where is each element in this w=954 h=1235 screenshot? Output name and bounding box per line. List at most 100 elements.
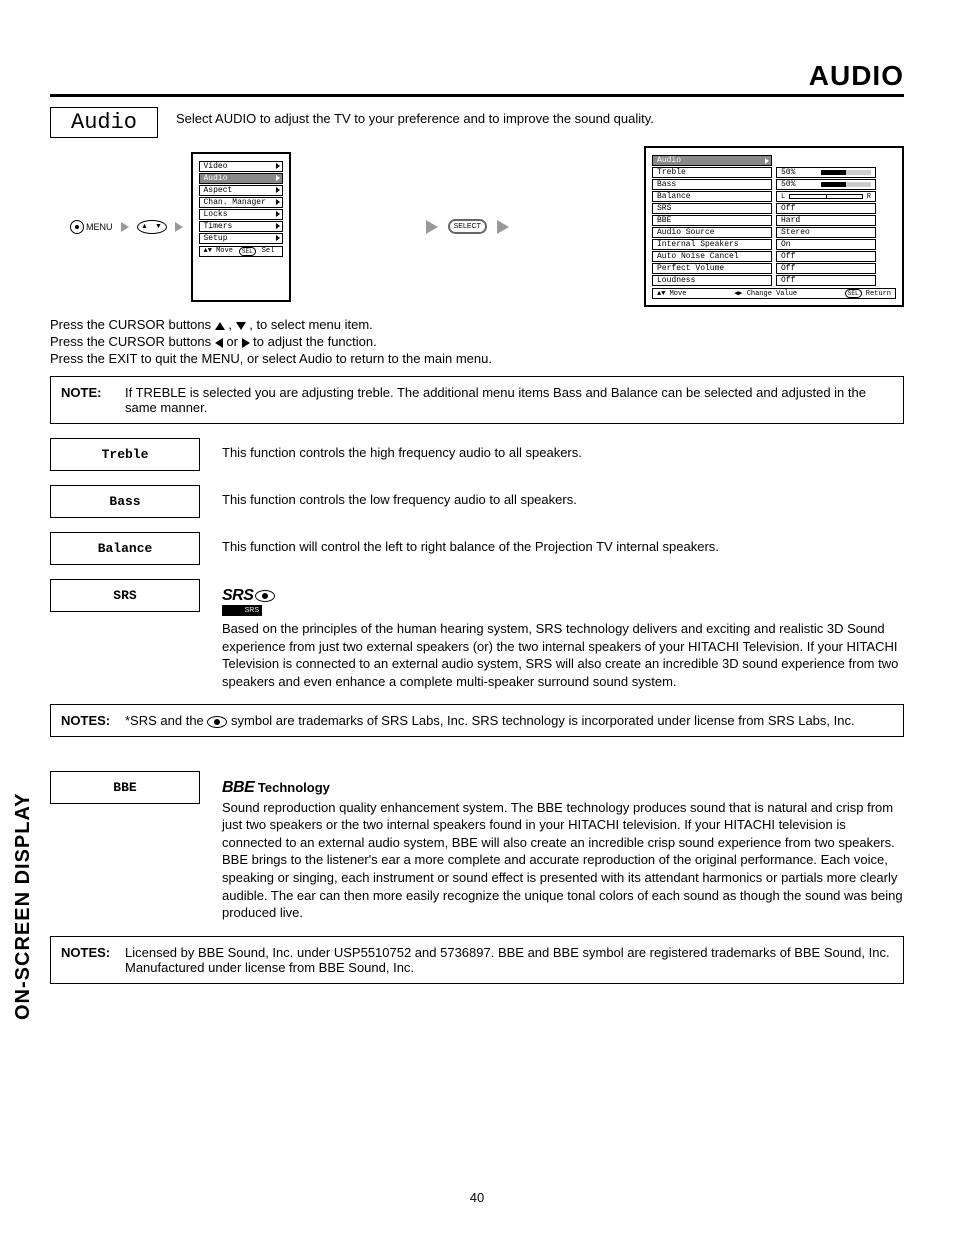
osd-setting-row[interactable]: Perfect Volume Off bbox=[652, 263, 896, 274]
chevron-right-icon bbox=[276, 175, 280, 181]
note-label: NOTE: bbox=[61, 385, 125, 415]
instr-text: , bbox=[228, 317, 235, 332]
osd-setting-value: Off bbox=[776, 203, 876, 214]
osd-setting-value: Stereo bbox=[776, 227, 876, 238]
rocker-up-icon: ▲ bbox=[141, 223, 148, 230]
instr-text: or bbox=[226, 334, 241, 349]
func-desc-bbe: BBE Technology Sound reproduction qualit… bbox=[222, 771, 904, 921]
rocker-button: ▲ ▼ bbox=[137, 220, 167, 234]
osd-setting-value: Hard bbox=[776, 215, 876, 226]
chevron-right-icon bbox=[276, 235, 280, 241]
left-arrow-icon bbox=[215, 338, 223, 348]
osd-footer: ▲▼ MoveSELSel bbox=[199, 246, 283, 257]
osd-footer: ▲▼ Move◀▶ Change ValueSEL Return bbox=[652, 288, 896, 299]
osd-main-menu: VideoAudioAspectChan. ManagerLocksTimers… bbox=[191, 152, 291, 302]
notes-label: NOTES: bbox=[61, 945, 125, 975]
osd-setting-row[interactable]: Balance LR bbox=[652, 191, 896, 202]
arrow-icon bbox=[121, 222, 129, 232]
osd-setting-row[interactable]: Treble 50% bbox=[652, 167, 896, 178]
osd-setting-value: 50% bbox=[776, 167, 876, 178]
instr-text: , to select menu item. bbox=[249, 317, 373, 332]
osd-setting-row[interactable]: Audio Source Stereo bbox=[652, 227, 896, 238]
notes-label: NOTES: bbox=[61, 713, 125, 728]
osd-setting-label: Loudness bbox=[652, 275, 772, 286]
osd-setting-label: SRS bbox=[652, 203, 772, 214]
bbe-technology-label: Technology bbox=[258, 780, 330, 795]
right-arrow-icon bbox=[242, 338, 250, 348]
osd-setting-value: Off bbox=[776, 263, 876, 274]
osd-menu-item[interactable]: Chan. Manager bbox=[199, 197, 283, 208]
bbe-desc-text: Sound reproduction quality enhancement s… bbox=[222, 799, 904, 922]
func-desc-treble: This function controls the high frequenc… bbox=[222, 438, 904, 462]
up-arrow-icon bbox=[215, 322, 225, 330]
menu-button-label: MENU bbox=[70, 220, 113, 234]
osd-setting-value: 50% bbox=[776, 179, 876, 190]
note-box: NOTE: If TREBLE is selected you are adju… bbox=[50, 376, 904, 424]
osd-setting-row[interactable]: Internal SpeakersOn bbox=[652, 239, 896, 250]
arrow-icon bbox=[426, 220, 438, 234]
srs-eye-icon bbox=[207, 716, 227, 728]
menu-text: MENU bbox=[86, 222, 113, 232]
notes-content: *SRS and the symbol are trademarks of SR… bbox=[125, 713, 893, 728]
instr-text: Press the CURSOR buttons bbox=[50, 317, 215, 332]
notes-content: Licensed by BBE Sound, Inc. under USP551… bbox=[125, 945, 893, 975]
rocker-down-icon: ▼ bbox=[155, 223, 162, 230]
func-label-bbe: BBE bbox=[50, 771, 200, 804]
instructions: Press the CURSOR buttons , , to select m… bbox=[50, 317, 904, 366]
chevron-right-icon bbox=[276, 187, 280, 193]
func-label-treble: Treble bbox=[50, 438, 200, 471]
osd-setting-label: Treble bbox=[652, 167, 772, 178]
srs-logo-text: SRS bbox=[222, 585, 253, 607]
osd-setting-label: Audio Source bbox=[652, 227, 772, 238]
func-desc-srs: SRS SRS Based on the principles of the h… bbox=[222, 579, 904, 690]
osd-setting-label: Internal Speakers bbox=[652, 239, 772, 250]
menu-icon bbox=[70, 220, 84, 234]
osd-setting-row[interactable]: Bass 50% bbox=[652, 179, 896, 190]
osd-audio-menu: AudioTreble 50% Bass 50% Balance LR SRS Off BBE H… bbox=[644, 146, 904, 307]
instr-text: Press the CURSOR buttons bbox=[50, 334, 215, 349]
intro-text: Select AUDIO to adjust the TV to your pr… bbox=[176, 107, 654, 126]
osd-setting-label: Perfect Volume bbox=[652, 263, 772, 274]
page-number: 40 bbox=[0, 1190, 954, 1205]
osd-menu-item[interactable]: Setup bbox=[199, 233, 283, 244]
bbe-logo: BBE bbox=[222, 777, 254, 799]
note-content: If TREBLE is selected you are adjusting … bbox=[125, 385, 893, 415]
osd-setting-label: BBE bbox=[652, 215, 772, 226]
notes-bbe-box: NOTES: Licensed by BBE Sound, Inc. under… bbox=[50, 936, 904, 984]
srs-eye-icon bbox=[255, 590, 275, 602]
osd-menu-item[interactable]: Audio bbox=[199, 173, 283, 184]
srs-logo: SRS bbox=[222, 585, 904, 607]
osd-setting-label: Auto Noise Cancel bbox=[652, 251, 772, 262]
osd-title: Audio bbox=[652, 155, 772, 166]
func-label-srs: SRS bbox=[50, 579, 200, 612]
osd-setting-label: Bass bbox=[652, 179, 772, 190]
select-button: SELECT bbox=[448, 219, 487, 234]
osd-menu-item[interactable]: Aspect bbox=[199, 185, 283, 196]
osd-setting-row[interactable]: SRS Off bbox=[652, 203, 896, 214]
chevron-right-icon bbox=[276, 163, 280, 169]
arrow-icon bbox=[175, 222, 183, 232]
chevron-right-icon bbox=[765, 158, 769, 164]
instr-text: to adjust the function. bbox=[253, 334, 377, 349]
osd-setting-row[interactable]: BBE Hard bbox=[652, 215, 896, 226]
osd-setting-label: Balance bbox=[652, 191, 772, 202]
func-desc-balance: This function will control the left to r… bbox=[222, 532, 904, 556]
page-title: AUDIO bbox=[50, 60, 904, 97]
func-desc-bass: This function controls the low frequency… bbox=[222, 485, 904, 509]
osd-menu-item[interactable]: Timers bbox=[199, 221, 283, 232]
audio-header-box: Audio bbox=[50, 107, 158, 138]
arrow-icon bbox=[497, 220, 509, 234]
osd-setting-value: Off bbox=[776, 251, 876, 262]
srs-desc-text: Based on the principles of the human hea… bbox=[222, 620, 904, 690]
osd-setting-value: LR bbox=[776, 191, 876, 202]
osd-setting-row[interactable]: Auto Noise Cancel Off bbox=[652, 251, 896, 262]
osd-menu-item[interactable]: Locks bbox=[199, 209, 283, 220]
func-label-bass: Bass bbox=[50, 485, 200, 518]
notes-srs-box: NOTES: *SRS and the symbol are trademark… bbox=[50, 704, 904, 737]
osd-setting-value: Off bbox=[776, 275, 876, 286]
down-arrow-icon bbox=[236, 322, 246, 330]
osd-menu-item[interactable]: Video bbox=[199, 161, 283, 172]
notes-text: *SRS and the bbox=[125, 713, 207, 728]
osd-setting-row[interactable]: Loudness Off bbox=[652, 275, 896, 286]
chevron-right-icon bbox=[276, 211, 280, 217]
